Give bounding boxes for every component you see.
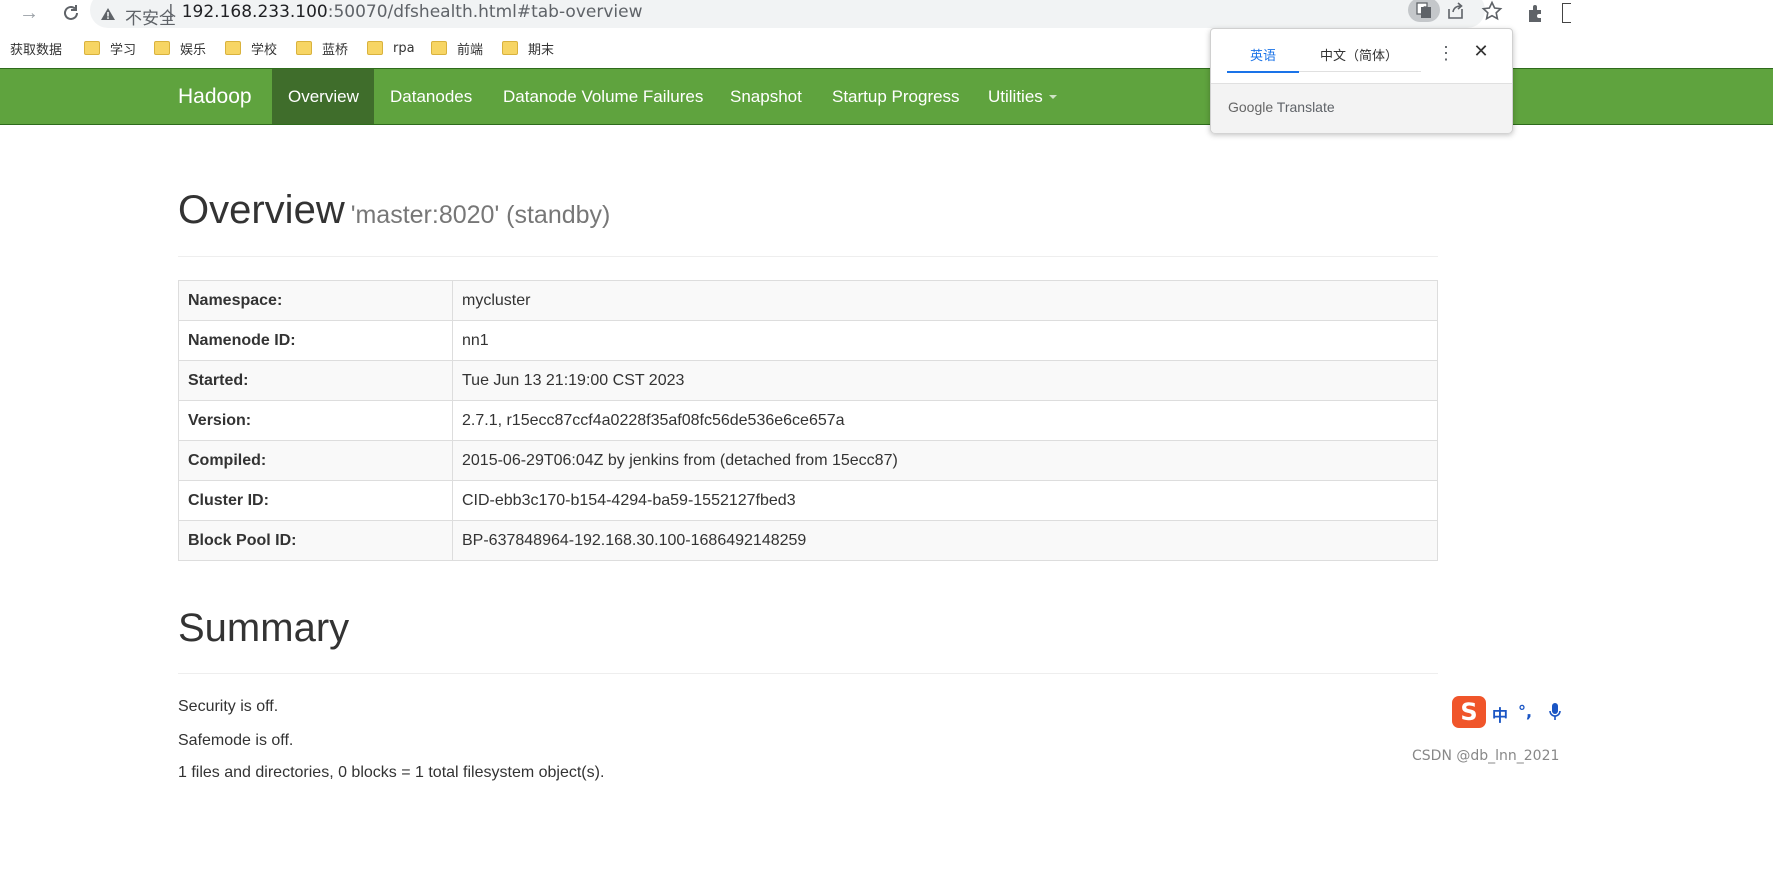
safemode-status: Safemode is off. bbox=[178, 732, 294, 749]
folder-icon bbox=[367, 41, 383, 55]
row-value: mycluster bbox=[452, 280, 1438, 321]
translate-popup: 英语 中文（简体） ⋮ ✕ Google Translate bbox=[1210, 28, 1513, 133]
row-key: Cluster ID: bbox=[178, 480, 453, 521]
nav-datanode-volume-failures[interactable]: Datanode Volume Failures bbox=[487, 69, 719, 124]
row-value: BP-637848964-192.168.30.100-168649214825… bbox=[452, 520, 1438, 561]
table-row: Compiled: 2015-06-29T06:04Z by jenkins fr… bbox=[178, 440, 1438, 481]
bookmark-label: 娱乐 bbox=[180, 42, 207, 58]
close-icon[interactable]: ✕ bbox=[1471, 41, 1491, 61]
bookmark-folder[interactable]: 学校 bbox=[225, 39, 278, 58]
url-path: :50070/dfshealth.html#tab-overview bbox=[327, 2, 643, 22]
divider bbox=[178, 673, 1438, 674]
bookmark-folder[interactable]: rpa bbox=[367, 39, 415, 57]
ime-mode-toggle[interactable]: 中 bbox=[1492, 702, 1508, 726]
nav-startup-progress[interactable]: Startup Progress bbox=[816, 69, 976, 124]
table-row: Cluster ID: CID-ebb3c170-b154-4294-ba59-1… bbox=[178, 480, 1438, 521]
row-key: Namespace: bbox=[178, 280, 453, 321]
overview-table: Namespace: mycluster Namenode ID: nn1 Star… bbox=[178, 280, 1438, 561]
row-value: 2015-06-29T06:04Z by jenkins from (detac… bbox=[452, 440, 1438, 481]
ime-toolbar: S 中 °, bbox=[1452, 696, 1568, 728]
nav-datanodes[interactable]: Datanodes bbox=[374, 69, 488, 124]
browser-toolbar: → 不安全 | 192.168.233.100:50070/dfshealth.h… bbox=[0, 0, 1773, 29]
side-panel-icon[interactable] bbox=[1562, 3, 1571, 23]
bookmark-star-icon[interactable] bbox=[1481, 0, 1505, 24]
bookmark-label: 学校 bbox=[251, 42, 278, 58]
translate-icon[interactable]: G bbox=[1408, 0, 1440, 22]
bookmark-folder[interactable]: 娱乐 bbox=[154, 39, 207, 58]
bookmark-folder[interactable]: 期末 bbox=[502, 39, 555, 58]
row-value: 2.7.1, r15ecc87ccf4a0228f35af08fc56de536… bbox=[452, 400, 1438, 441]
overview-title: Overview bbox=[178, 188, 345, 232]
active-tab-indicator bbox=[1227, 71, 1299, 73]
google-logo-text: Google bbox=[1228, 99, 1274, 115]
caret-down-icon bbox=[1048, 95, 1057, 99]
row-value: nn1 bbox=[452, 320, 1438, 361]
row-key: Compiled: bbox=[178, 440, 453, 481]
bookmark-label: 期末 bbox=[528, 42, 555, 58]
tab-divider bbox=[1299, 71, 1421, 72]
divider bbox=[178, 256, 1438, 257]
nav-label: Utilities bbox=[988, 87, 1043, 106]
url-separator: | bbox=[168, 2, 174, 22]
bookmark-label: 获取数据 bbox=[10, 42, 63, 58]
nav-label: Datanode Volume Failures bbox=[503, 87, 704, 106]
bookmark-folder[interactable]: 学习 bbox=[84, 39, 137, 58]
nav-overview[interactable]: Overview bbox=[272, 69, 374, 124]
url-text: | 192.168.233.100:50070/dfshealth.html#ta… bbox=[168, 2, 642, 22]
row-value: CID-ebb3c170-b154-4294-ba59-1552127fbed3 bbox=[452, 480, 1438, 521]
folder-icon bbox=[84, 41, 100, 55]
security-status: Security is off. bbox=[178, 698, 279, 715]
bookmark-label: 蓝桥 bbox=[322, 42, 349, 58]
share-icon[interactable] bbox=[1446, 1, 1470, 25]
navbar-brand[interactable]: Hadoop bbox=[178, 85, 252, 109]
table-row: Namespace: mycluster bbox=[178, 280, 1438, 321]
sogou-ime-icon[interactable]: S bbox=[1452, 696, 1486, 728]
summary-heading: Summary bbox=[178, 606, 350, 650]
url-host: 192.168.233.100 bbox=[181, 2, 328, 22]
svg-text:G: G bbox=[1423, 5, 1428, 13]
filesystem-objects-text: 1 files and directories, 0 blocks = 1 to… bbox=[178, 764, 605, 781]
google-translate-brand: Google Translate bbox=[1228, 99, 1335, 115]
reload-icon[interactable] bbox=[60, 2, 82, 24]
row-key: Block Pool ID: bbox=[178, 520, 453, 561]
watermark: CSDN @db_lnn_2021 bbox=[1412, 748, 1560, 764]
bookmark-folder[interactable]: 前端 bbox=[431, 39, 484, 58]
folder-icon bbox=[296, 41, 312, 55]
table-row: Started: Tue Jun 13 21:19:00 CST 2023 bbox=[178, 360, 1438, 401]
nav-label: Startup Progress bbox=[832, 87, 960, 106]
nav-label: Snapshot bbox=[730, 87, 802, 106]
folder-icon bbox=[431, 41, 447, 55]
overview-subtitle: 'master:8020' (standby) bbox=[350, 201, 611, 229]
ime-punctuation-toggle[interactable]: °, bbox=[1518, 702, 1532, 721]
translate-tab-target[interactable]: 中文（简体） bbox=[1320, 45, 1398, 64]
nav-label: Overview bbox=[288, 87, 359, 106]
microphone-icon[interactable] bbox=[1548, 702, 1562, 722]
address-bar[interactable]: 不安全 | 192.168.233.100:50070/dfshealth.htm… bbox=[90, 0, 1503, 29]
overview-heading: Overview'master:8020' (standby) bbox=[178, 188, 610, 233]
translate-tab-source[interactable]: 英语 bbox=[1250, 45, 1276, 64]
folder-icon bbox=[502, 41, 518, 55]
nav-utilities-dropdown[interactable]: Utilities bbox=[972, 69, 1073, 124]
row-key: Version: bbox=[178, 400, 453, 441]
table-row: Block Pool ID: BP-637848964-192.168.30.10… bbox=[178, 520, 1438, 561]
forward-arrow-icon[interactable]: → bbox=[18, 2, 40, 24]
bookmark-label: rpa bbox=[393, 40, 415, 56]
nav-label: Datanodes bbox=[390, 87, 473, 106]
table-row: Namenode ID: nn1 bbox=[178, 320, 1438, 361]
translate-word: Translate bbox=[1276, 99, 1335, 115]
table-row: Version: 2.7.1, r15ecc87ccf4a0228f35af08f… bbox=[178, 400, 1438, 441]
folder-icon bbox=[154, 41, 170, 55]
bookmark-label: 前端 bbox=[457, 42, 484, 58]
row-key: Namenode ID: bbox=[178, 320, 453, 361]
folder-icon bbox=[225, 41, 241, 55]
bookmark-item[interactable]: 获取数据 bbox=[10, 39, 63, 58]
warning-icon[interactable] bbox=[100, 7, 116, 21]
nav-snapshot[interactable]: Snapshot bbox=[714, 69, 818, 124]
row-key: Started: bbox=[178, 360, 453, 401]
bookmark-folder[interactable]: 蓝桥 bbox=[296, 39, 349, 58]
extensions-icon[interactable] bbox=[1525, 2, 1547, 24]
bookmark-label: 学习 bbox=[110, 42, 137, 58]
row-value: Tue Jun 13 21:19:00 CST 2023 bbox=[452, 360, 1438, 401]
more-options-icon[interactable]: ⋮ bbox=[1437, 43, 1455, 63]
